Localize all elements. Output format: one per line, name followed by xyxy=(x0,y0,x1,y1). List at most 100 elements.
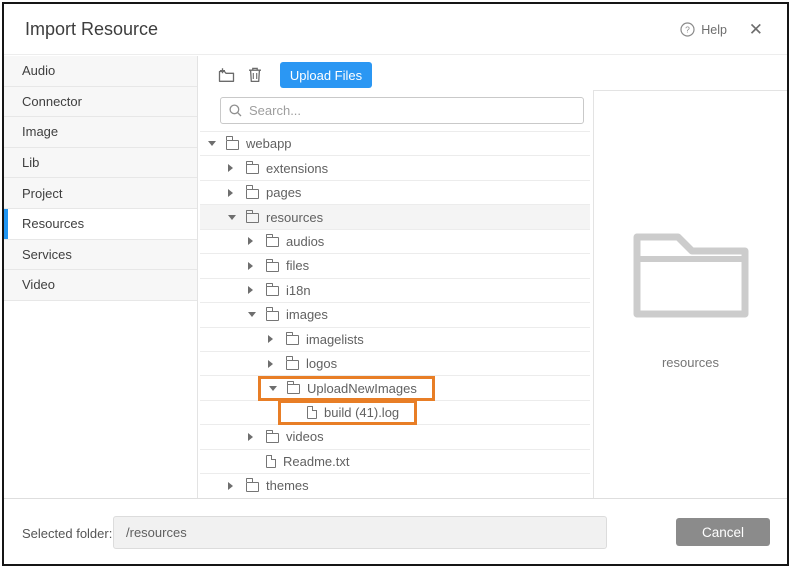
sidebar-item-audio[interactable]: Audio xyxy=(4,56,197,87)
tree-row-audios[interactable]: audios xyxy=(200,230,590,254)
help-icon: ? xyxy=(680,22,695,37)
tree-item-label: extensions xyxy=(266,161,328,176)
sidebar-item-services[interactable]: Services xyxy=(4,240,197,271)
expand-arrow-icon[interactable] xyxy=(248,433,266,441)
folder-icon xyxy=(226,140,239,150)
tree-row-content: extensions xyxy=(228,156,328,179)
folder-icon xyxy=(266,262,279,272)
tree-row-content: webapp xyxy=(208,132,292,155)
search-box xyxy=(220,97,584,124)
tree-item-label: i18n xyxy=(286,283,311,298)
tree-item-label: imagelists xyxy=(306,332,364,347)
tree-row-themes[interactable]: themes xyxy=(200,474,590,498)
tree-row-build-41-log[interactable]: build (41).log xyxy=(200,401,590,425)
expand-arrow-icon[interactable] xyxy=(248,262,266,270)
expand-arrow-icon[interactable] xyxy=(228,189,246,197)
sidebar-item-label: Connector xyxy=(22,94,82,109)
sidebar-item-label: Project xyxy=(22,186,62,201)
folder-icon xyxy=(266,286,279,296)
tree-row-webapp[interactable]: webapp xyxy=(200,132,590,156)
tree-row-content: pages xyxy=(228,181,301,204)
tree-row-extensions[interactable]: extensions xyxy=(200,156,590,180)
help-label: Help xyxy=(701,23,727,37)
tree-row-readme-txt[interactable]: Readme.txt xyxy=(200,450,590,474)
tree-item-label: pages xyxy=(266,185,301,200)
sidebar-item-image[interactable]: Image xyxy=(4,117,197,148)
dialog-footer: Selected folder: Cancel xyxy=(4,498,787,566)
expand-arrow-icon[interactable] xyxy=(228,482,246,490)
expand-arrow-icon[interactable] xyxy=(268,335,286,343)
tree-row-imagelists[interactable]: imagelists xyxy=(200,328,590,352)
expand-arrow-icon[interactable] xyxy=(248,312,266,317)
upload-files-button[interactable]: Upload Files xyxy=(280,62,372,88)
selected-folder-label: Selected folder: xyxy=(22,499,112,566)
sidebar-item-resources[interactable]: Resources xyxy=(4,209,197,240)
tree-item-label: videos xyxy=(286,429,324,444)
sidebar-item-label: Video xyxy=(22,277,55,292)
folder-icon xyxy=(286,360,299,370)
cancel-button[interactable]: Cancel xyxy=(676,518,770,546)
tree-row-content: UploadNewImages xyxy=(258,376,435,401)
tree-item-label: build (41).log xyxy=(324,405,399,420)
tree: webapp extensions pages resources xyxy=(200,131,590,499)
sidebar-item-video[interactable]: Video xyxy=(4,270,197,301)
folder-preview-icon xyxy=(632,229,750,319)
expand-arrow-icon[interactable] xyxy=(248,286,266,294)
sidebar-item-connector[interactable]: Connector xyxy=(4,87,197,118)
tree-row-content: themes xyxy=(228,474,309,497)
search-icon xyxy=(229,104,242,117)
folder-icon xyxy=(246,213,259,223)
file-icon xyxy=(266,455,276,468)
sidebar-item-label: Services xyxy=(22,247,72,262)
close-button[interactable]: ✕ xyxy=(749,4,763,55)
folder-icon xyxy=(287,384,300,394)
folder-icon xyxy=(246,189,259,199)
expand-arrow-icon[interactable] xyxy=(228,215,246,220)
tree-item-label: webapp xyxy=(246,136,292,151)
folder-icon xyxy=(266,311,279,321)
sidebar-item-lib[interactable]: Lib xyxy=(4,148,197,179)
search-input[interactable] xyxy=(249,103,575,118)
toolbar: Upload Files xyxy=(200,56,372,94)
tree-row-resources[interactable]: resources xyxy=(200,205,590,229)
tree-row-pages[interactable]: pages xyxy=(200,181,590,205)
folder-icon xyxy=(266,433,279,443)
tree-row-content: i18n xyxy=(248,279,311,302)
tree-row-videos[interactable]: videos xyxy=(200,425,590,449)
svg-text:?: ? xyxy=(685,25,690,35)
tree-row-content: Readme.txt xyxy=(248,450,349,473)
tree-row-content: logos xyxy=(268,352,337,375)
expand-arrow-icon[interactable] xyxy=(268,360,286,368)
expand-arrow-icon[interactable] xyxy=(269,386,287,391)
import-resource-dialog: Import Resource ? Help ✕ Audio Connector… xyxy=(2,2,789,566)
tree-row-files[interactable]: files xyxy=(200,254,590,278)
tree-item-label: images xyxy=(286,307,328,322)
new-folder-icon xyxy=(218,67,235,83)
tree-row-content: resources xyxy=(228,205,323,228)
sidebar-item-project[interactable]: Project xyxy=(4,178,197,209)
tree-item-label: Readme.txt xyxy=(283,454,349,469)
sidebar-item-label: Lib xyxy=(22,155,39,170)
tree-item-label: audios xyxy=(286,234,324,249)
help-button[interactable]: ? Help xyxy=(680,4,727,55)
tree-item-label: logos xyxy=(306,356,337,371)
tree-row-uploadnewimages[interactable]: UploadNewImages xyxy=(200,376,590,400)
folder-icon xyxy=(266,237,279,247)
delete-button[interactable] xyxy=(248,67,262,83)
close-icon: ✕ xyxy=(749,20,763,40)
tree-row-i18n[interactable]: i18n xyxy=(200,279,590,303)
expand-arrow-icon[interactable] xyxy=(208,141,226,146)
selected-folder-input[interactable] xyxy=(113,516,607,549)
new-folder-button[interactable] xyxy=(218,67,235,83)
expand-arrow-icon[interactable] xyxy=(228,164,246,172)
tree-item-label: files xyxy=(286,258,309,273)
tree-item-label: themes xyxy=(266,478,309,493)
delete-icon xyxy=(248,67,262,83)
tree-row-content: build (41).log xyxy=(278,400,417,425)
tree-row-content: videos xyxy=(248,425,324,448)
tree-row-logos[interactable]: logos xyxy=(200,352,590,376)
expand-arrow-icon[interactable] xyxy=(248,237,266,245)
sidebar-item-label: Resources xyxy=(22,216,84,231)
tree-row-content: imagelists xyxy=(268,328,364,351)
tree-row-images[interactable]: images xyxy=(200,303,590,327)
